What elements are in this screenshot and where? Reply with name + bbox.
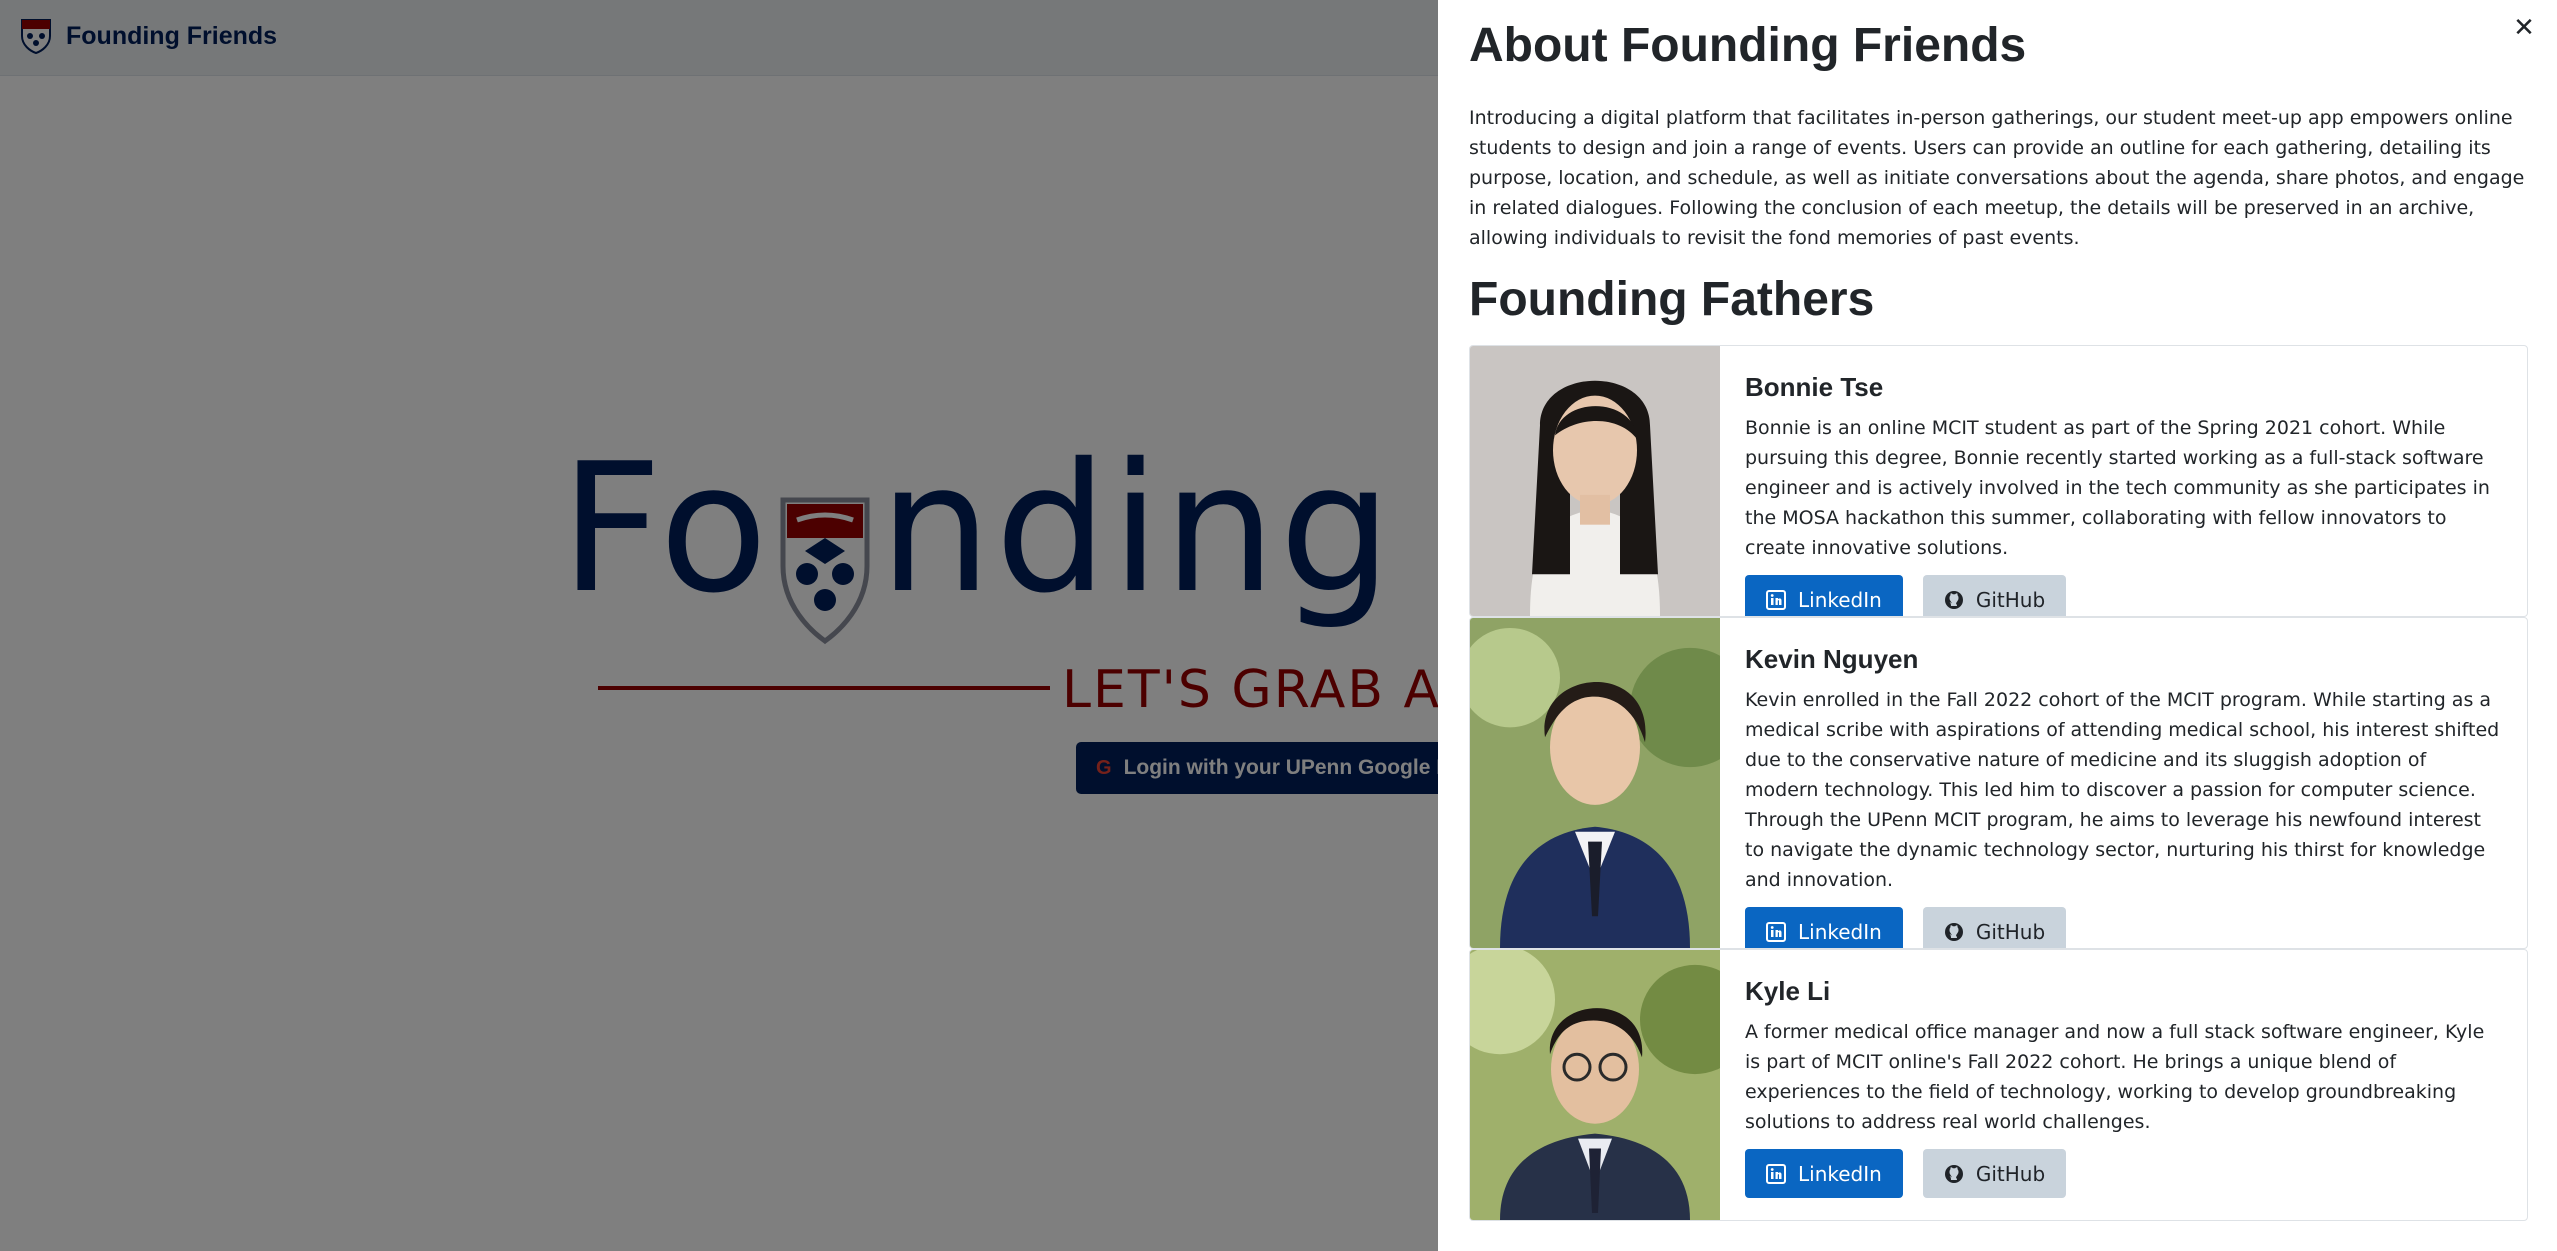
linkedin-icon (1766, 921, 1786, 942)
founder-photo (1470, 618, 1720, 948)
linkedin-button[interactable]: LinkedIn (1745, 575, 1903, 616)
linkedin-button[interactable]: LinkedIn (1745, 907, 1903, 948)
founder-name: Bonnie Tse (1745, 372, 1884, 402)
linkedin-icon (1766, 589, 1786, 610)
github-button[interactable]: GitHub (1922, 907, 2067, 948)
linkedin-button[interactable]: LinkedIn (1745, 1149, 1903, 1198)
founder-bio: Kevin enrolled in the Fall 2022 cohort o… (1745, 689, 2500, 891)
github-label: GitHub (1975, 919, 2046, 944)
founder-card: Bonnie Tse Bonnie is an online MCIT stud… (1469, 345, 2528, 617)
github-label: GitHub (1975, 587, 2046, 612)
founder-photo (1470, 950, 1720, 1220)
linkedin-label: LinkedIn (1798, 1161, 1882, 1186)
github-icon (1944, 590, 1963, 609)
github-button[interactable]: GitHub (1922, 1149, 2067, 1198)
founder-name: Kevin Nguyen (1745, 644, 1919, 674)
founder-card: Kevin Nguyen Kevin enrolled in the Fall … (1469, 617, 2528, 949)
founder-photo (1470, 346, 1720, 616)
about-description: Introducing a digital platform that faci… (1469, 107, 2525, 249)
founder-bio: Bonnie is an online MCIT student as part… (1745, 417, 2490, 559)
linkedin-label: LinkedIn (1798, 919, 1882, 944)
linkedin-icon (1766, 1163, 1786, 1184)
founder-name: Kyle Li (1745, 976, 1831, 1006)
close-icon[interactable]: ✕ (2508, 12, 2540, 44)
github-icon (1944, 922, 1963, 941)
github-icon (1944, 1164, 1963, 1183)
linkedin-label: LinkedIn (1798, 587, 1882, 612)
panel-title: About Founding Friends (1469, 19, 2027, 72)
founder-bio: A former medical office manager and now … (1745, 1021, 2485, 1133)
founders-heading: Founding Fathers (1469, 273, 1875, 326)
github-label: GitHub (1975, 1161, 2046, 1186)
founder-card: Kyle Li A former medical office manager … (1469, 949, 2528, 1221)
github-button[interactable]: GitHub (1922, 575, 2067, 616)
